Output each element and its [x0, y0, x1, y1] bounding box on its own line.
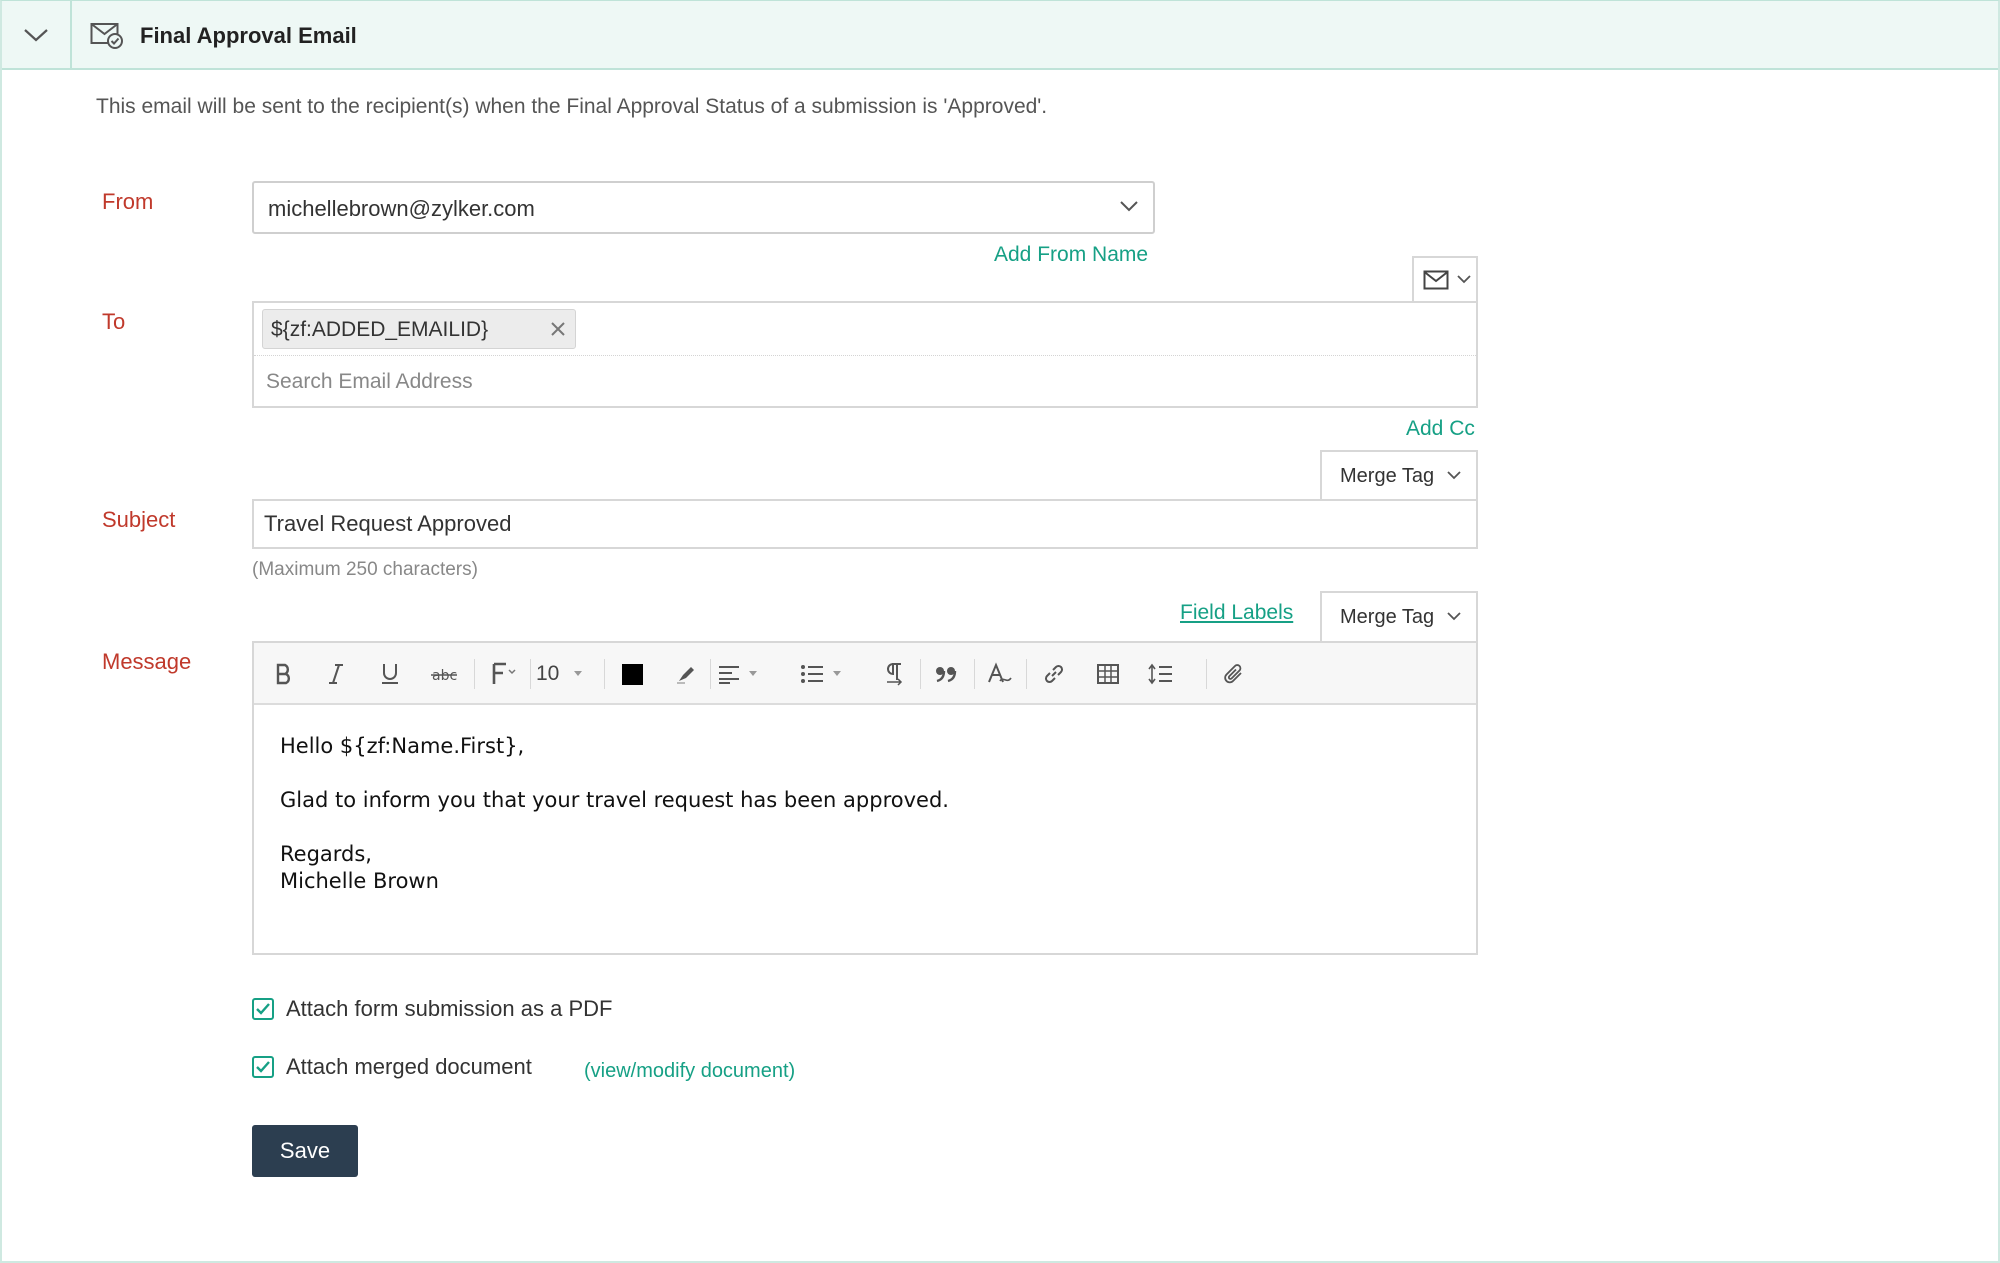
chevron-down-icon	[1120, 201, 1138, 212]
toolbar-separator	[1206, 659, 1207, 689]
email-settings-panel: Final Approval Email This email will be …	[0, 0, 2000, 1263]
list-button[interactable]	[800, 657, 852, 691]
link-icon	[1044, 664, 1064, 684]
italic-icon	[329, 664, 343, 684]
toolbar-separator	[920, 659, 921, 689]
text-color-button[interactable]	[616, 657, 648, 691]
strikethrough-button[interactable]: abc	[426, 657, 462, 691]
message-label: Message	[102, 649, 192, 674]
editor-toolbar: abc 10	[254, 643, 1476, 705]
add-cc-link[interactable]: Add Cc	[1406, 417, 1475, 441]
from-select[interactable]: michellebrown@zylker.com	[252, 181, 1155, 234]
panel-title: Final Approval Email	[140, 23, 357, 48]
attach-merged-label: Attach merged document	[286, 1054, 532, 1079]
blockquote-button[interactable]	[928, 657, 964, 691]
caret-down-icon	[749, 671, 757, 676]
save-button[interactable]: Save	[252, 1125, 358, 1177]
svg-text:abc: abc	[432, 668, 457, 684]
chevron-down-icon	[1457, 275, 1471, 284]
line-height-button[interactable]	[1142, 657, 1178, 691]
checkmark-icon	[256, 1003, 270, 1015]
font-icon	[492, 662, 516, 684]
bullet-list-icon	[801, 665, 823, 683]
attach-pdf-label: Attach form submission as a PDF	[286, 996, 613, 1021]
color-swatch-icon	[621, 663, 643, 685]
subject-label: Subject	[102, 507, 176, 532]
attach-merged-checkbox[interactable]	[252, 1056, 274, 1078]
collapse-button[interactable]	[2, 1, 72, 68]
message-line: Hello ${zf:Name.First},	[280, 734, 525, 758]
to-recipients-box: ${zf:ADDED_EMAILID}	[252, 301, 1478, 408]
quote-icon	[936, 667, 957, 683]
subject-hint: (Maximum 250 characters)	[252, 559, 478, 580]
font-size-value: 10	[536, 662, 560, 685]
line-spacing-icon	[1148, 663, 1172, 685]
paragraph-direction-button[interactable]	[878, 657, 910, 691]
italic-button[interactable]	[320, 657, 352, 691]
from-selected-value: michellebrown@zylker.com	[268, 196, 535, 221]
merge-tag-label: Merge Tag	[1340, 606, 1435, 628]
toolbar-separator	[474, 659, 475, 689]
underline-button[interactable]	[374, 657, 406, 691]
strikethrough-icon: abc	[431, 668, 457, 684]
from-label: From	[102, 189, 154, 214]
mail-check-icon	[90, 23, 123, 49]
toolbar-separator	[530, 659, 531, 689]
align-button[interactable]	[718, 657, 770, 691]
clear-format-button[interactable]	[982, 657, 1018, 691]
align-left-icon	[719, 666, 739, 684]
chevron-down-icon	[1447, 612, 1461, 621]
close-icon[interactable]	[549, 320, 567, 338]
add-from-name-link[interactable]: Add From Name	[994, 243, 1148, 267]
message-line: Michelle Brown	[280, 869, 439, 893]
bold-button[interactable]	[268, 657, 300, 691]
attach-pdf-checkbox[interactable]	[252, 998, 274, 1020]
message-line: Glad to inform you that your travel requ…	[280, 788, 949, 812]
message-line: Regards,	[280, 842, 372, 866]
to-label: To	[102, 309, 126, 334]
mail-icon	[1423, 270, 1449, 290]
caret-down-icon	[833, 671, 841, 676]
message-line	[280, 760, 949, 787]
merge-tag-label: Merge Tag	[1340, 465, 1435, 487]
subject-merge-tag-button[interactable]: Merge Tag	[1320, 450, 1478, 500]
message-editor: abc 10 Hello ${zf:Name.First}, Glad to i…	[252, 641, 1478, 955]
bold-icon	[276, 663, 290, 685]
underline-icon	[382, 664, 398, 684]
toolbar-separator	[604, 659, 605, 689]
paperclip-icon	[1224, 664, 1242, 684]
panel-header: Final Approval Email	[2, 1, 1998, 70]
link-button[interactable]	[1036, 657, 1072, 691]
recipient-type-dropdown[interactable]	[1412, 256, 1478, 302]
toolbar-separator	[710, 659, 711, 689]
to-tags-row: ${zf:ADDED_EMAILID}	[254, 303, 1476, 356]
clear-format-icon	[988, 662, 1012, 683]
message-line	[280, 814, 949, 841]
chevron-down-icon	[24, 28, 48, 41]
font-family-button[interactable]	[486, 657, 522, 691]
message-body[interactable]: Hello ${zf:Name.First}, Glad to inform y…	[280, 733, 949, 895]
message-merge-tag-button[interactable]: Merge Tag	[1320, 591, 1478, 641]
caret-down-icon	[574, 671, 583, 676]
chevron-down-icon	[1447, 471, 1461, 480]
attachment-button[interactable]	[1216, 657, 1252, 691]
recipient-chip[interactable]: ${zf:ADDED_EMAILID}	[262, 309, 576, 349]
highlight-button[interactable]	[670, 657, 702, 691]
table-button[interactable]	[1090, 657, 1126, 691]
view-modify-document-link[interactable]: (view/modify document)	[584, 1060, 795, 1083]
toolbar-separator	[1026, 659, 1027, 689]
panel-description: This email will be sent to the recipient…	[96, 95, 1048, 118]
paragraph-icon	[887, 663, 903, 686]
search-email-input[interactable]	[266, 365, 1446, 399]
font-size-select[interactable]: 10	[536, 657, 596, 691]
table-icon	[1097, 664, 1119, 684]
checkmark-icon	[256, 1061, 270, 1073]
highlighter-icon	[677, 667, 694, 684]
field-labels-link[interactable]: Field Labels	[1180, 601, 1293, 625]
recipient-chip-text: ${zf:ADDED_EMAILID}	[271, 318, 489, 341]
subject-input[interactable]	[252, 499, 1478, 549]
toolbar-separator	[974, 659, 975, 689]
